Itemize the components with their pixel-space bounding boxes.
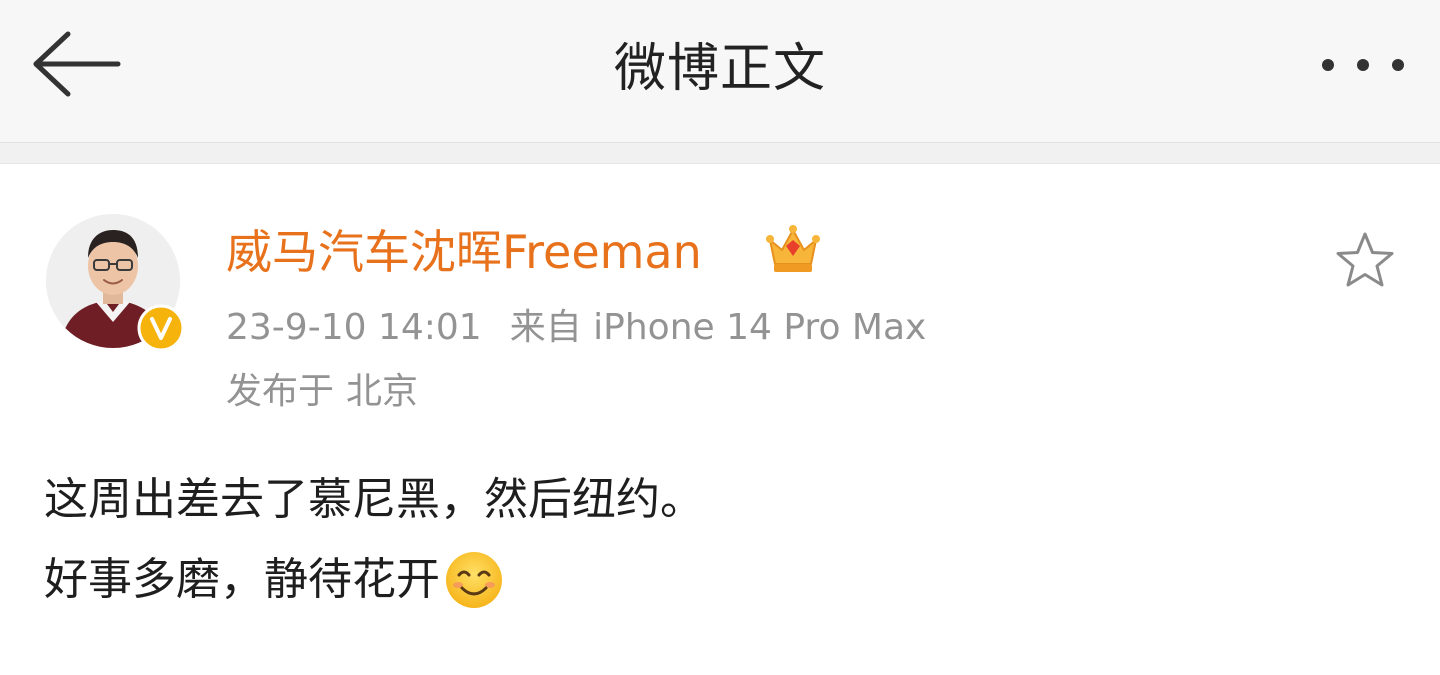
page-title: 微博正文	[613, 39, 826, 99]
location-prefix: 发布于	[226, 371, 335, 412]
author-name[interactable]: 威马汽车沈晖Freeman	[226, 222, 702, 282]
post-meta: 23-9-10 14:01 来自 iPhone 14 Pro Max	[226, 304, 926, 352]
verified-badge	[137, 304, 185, 352]
smiling-face-emoji-icon	[444, 550, 504, 610]
more-dots-icon	[1322, 59, 1404, 71]
post-text-line-1: 这周出差去了慕尼黑，然后纽约。	[44, 474, 704, 525]
star-outline-icon	[1336, 232, 1394, 287]
post-source: 来自 iPhone 14 Pro Max	[509, 307, 927, 348]
post-text-line: 这周出差去了慕尼黑，然后纽约。	[44, 460, 1404, 540]
post-text-line: 好事多磨，静待花开	[44, 540, 1404, 620]
post-text-line-2: 好事多磨，静待花开	[44, 554, 440, 605]
vip-badge[interactable]	[764, 220, 822, 278]
post-body: 这周出差去了慕尼黑，然后纽约。 好事多磨，静待花开	[44, 460, 1404, 620]
section-divider	[0, 143, 1440, 164]
vip-crown-icon	[766, 225, 820, 272]
post-location: 发布于 北京	[226, 368, 418, 416]
location-name[interactable]: 北京	[346, 371, 418, 412]
post-timestamp: 23-9-10 14:01	[226, 307, 482, 348]
top-nav-bar: 微博正文	[0, 0, 1440, 143]
weibo-post: 威马汽车沈晖Freeman 23-9-10 14:01 来自 iPhone 14 …	[0, 164, 1440, 675]
verified-v-icon	[137, 304, 185, 352]
more-options-button[interactable]	[1316, 48, 1412, 82]
favorite-button[interactable]	[1332, 228, 1398, 294]
